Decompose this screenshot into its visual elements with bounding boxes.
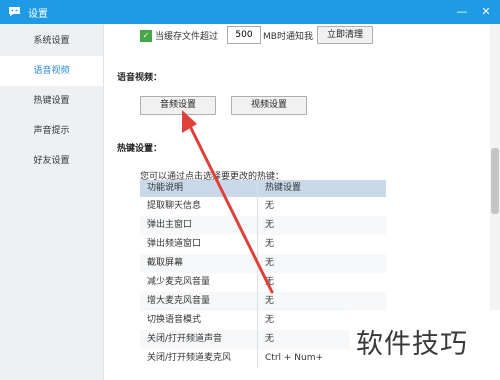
hotkey-value[interactable]: 无 (257, 273, 386, 292)
table-row[interactable]: 截取屏幕 无 (140, 254, 386, 273)
table-row[interactable]: 减少麦克风音量 无 (140, 273, 386, 292)
sidebar-item-system[interactable]: 系统设置 (0, 26, 103, 56)
table-row[interactable]: 弹出频道窗口 无 (140, 235, 386, 254)
hotkey-function: 增大麦克风音量 (147, 296, 211, 306)
hotkey-function: 弹出主窗口 (147, 220, 193, 230)
title-bar: 设置 — ✕ (0, 0, 500, 24)
settings-sidebar: 系统设置 语音视频 热键设置 声音提示 好友设置 (0, 24, 104, 380)
hotkey-function: 弹出频道窗口 (147, 239, 202, 249)
hotkey-function: 截取屏幕 (147, 258, 184, 268)
window-title: 设置 (28, 9, 48, 20)
hotkey-value[interactable]: 无 (257, 235, 386, 254)
sidebar-item-sound-alerts[interactable]: 声音提示 (0, 116, 103, 146)
table-row[interactable]: 增大麦克风音量 无 (140, 292, 386, 311)
chat-logo-icon (9, 7, 20, 17)
sidebar-item-voice-video[interactable]: 语音视频 (0, 56, 103, 86)
video-settings-button[interactable]: 视频设置 (231, 96, 307, 115)
sidebar-item-friends[interactable]: 好友设置 (0, 146, 103, 176)
hotkey-value[interactable]: 无 (257, 254, 386, 273)
hotkey-function: 切换语音模式 (147, 315, 202, 325)
cache-notify-checkbox[interactable]: ✓ (140, 30, 152, 42)
hotkey-function: 提取聊天信息 (147, 201, 202, 211)
hotkey-function: 关闭/打开频道声音 (147, 334, 223, 344)
cache-label-before: 当缓存文件超过 (155, 32, 219, 42)
table-header: 功能说明 热键设置 (140, 180, 386, 197)
voice-video-section-title: 语音视频： (117, 73, 163, 83)
audio-settings-button[interactable]: 音频设置 (140, 96, 216, 115)
hotkey-value[interactable]: 无 (257, 197, 386, 216)
sidebar-item-hotkeys[interactable]: 热键设置 (0, 86, 103, 116)
minimize-button[interactable]: — (452, 2, 472, 22)
hotkeys-section-title: 热键设置： (117, 144, 163, 154)
hotkey-value[interactable]: 无 (257, 292, 386, 311)
hotkey-function: 减少麦克风音量 (147, 277, 211, 287)
hotkey-value[interactable]: 无 (257, 216, 386, 235)
watermark-text: 软件技巧 (356, 329, 468, 360)
close-button[interactable]: ✕ (476, 2, 496, 22)
cache-size-input[interactable]: 500 (227, 26, 261, 44)
clear-cache-button[interactable]: 立即清理 (317, 26, 373, 44)
scrollbar-thumb[interactable] (491, 148, 499, 214)
cache-label-after: MB时通知我 (263, 32, 313, 42)
column-header-function: 功能说明 (147, 183, 184, 193)
table-row[interactable]: 弹出主窗口 无 (140, 216, 386, 235)
hotkey-function: 关闭/打开频道麦克风 (147, 353, 232, 363)
checkmark-icon: ✓ (142, 31, 150, 40)
column-header-key: 热键设置 (257, 180, 386, 197)
table-row[interactable]: 提取聊天信息 无 (140, 197, 386, 216)
